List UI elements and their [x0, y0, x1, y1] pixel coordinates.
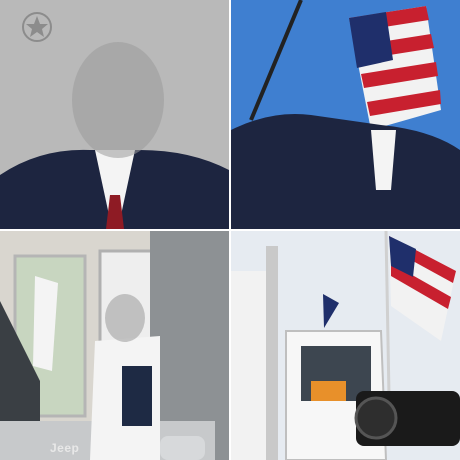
truck-scene	[231, 231, 460, 460]
portrait-scene	[0, 0, 229, 229]
truck-trailer	[231, 271, 271, 460]
jeep-logo-text: Jeep	[50, 441, 80, 455]
panel-outdoor-flag-scene	[231, 0, 460, 229]
exhaust-stack	[266, 246, 278, 460]
panel-service-window-scene	[0, 231, 229, 460]
photo-grid	[0, 0, 460, 460]
camera-lens-icon	[354, 396, 398, 440]
safety-vest	[311, 381, 346, 401]
outdoor-scene	[231, 0, 460, 229]
panel-truck-cab-scene	[231, 231, 460, 460]
window-scene	[0, 231, 229, 460]
panel-portrait-grey-backdrop	[0, 0, 229, 229]
car-headlight	[160, 436, 205, 460]
apron	[122, 366, 152, 426]
figure-silhouette	[72, 42, 164, 158]
figure-silhouette	[105, 294, 145, 342]
